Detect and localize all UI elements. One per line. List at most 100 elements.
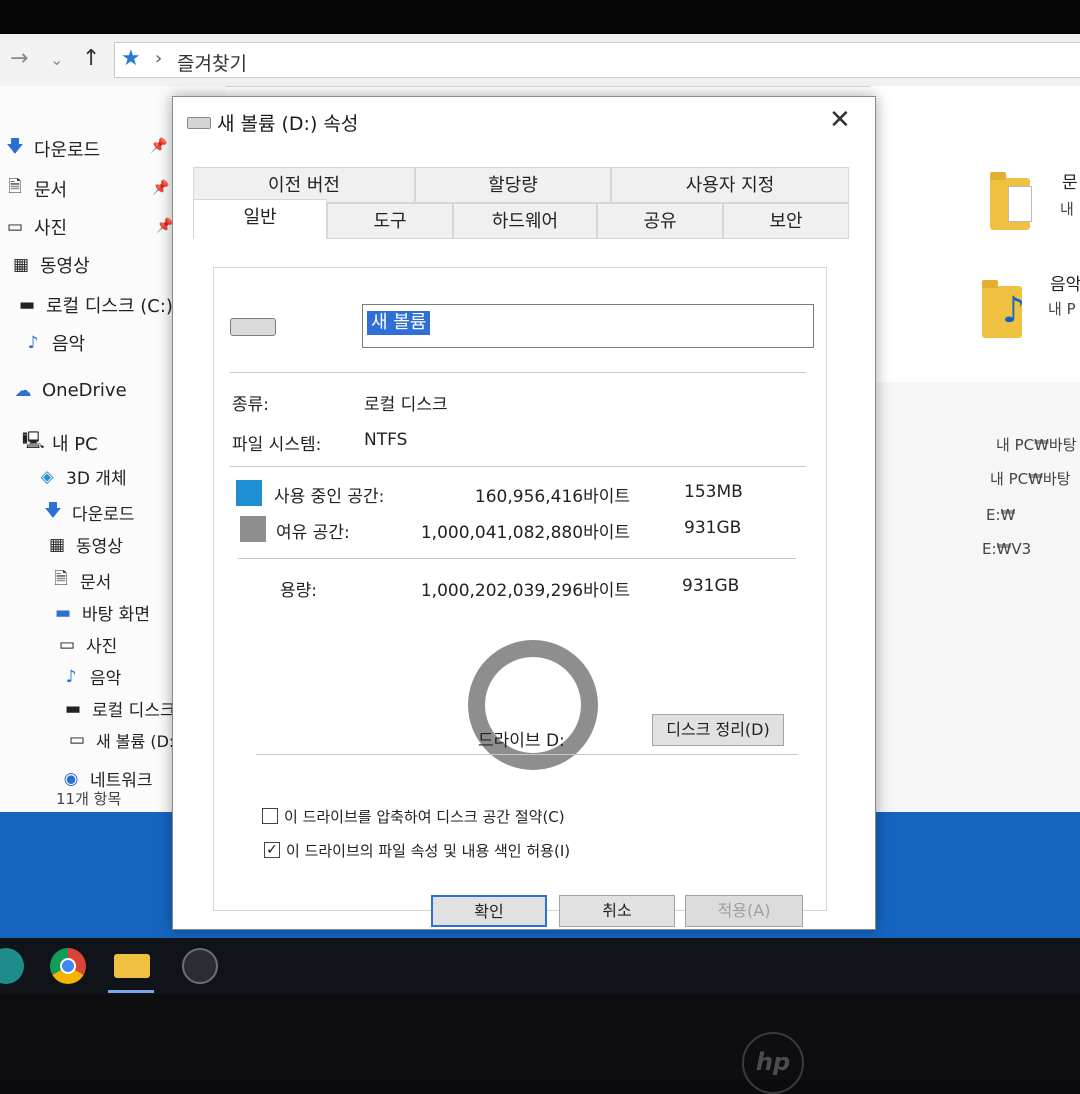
music-icon: ♪ [27, 333, 39, 353]
ok-button[interactable]: 확인 [431, 895, 547, 927]
tab-label: 일반 [243, 207, 277, 228]
chrome-icon[interactable] [50, 948, 86, 984]
nav-label: 음악 [90, 669, 122, 689]
nav-item-pictures[interactable]: ▭ 사진 [4, 214, 67, 240]
nav-label: 음악 [52, 334, 86, 355]
apply-button[interactable]: 적용(A) [685, 895, 803, 927]
nav-item-pc-documents[interactable]: 🗎 문서 [50, 566, 111, 595]
address-bar[interactable]: ★ › 즐겨찾기 [114, 42, 1080, 78]
nav-item-documents[interactable]: 🗎 문서 [4, 174, 67, 203]
desktop: → ⌄ ↑ ★ › 즐겨찾기 🡇 다운로드 📌 🗎 문서 📌 ▭ 사진 📌 ▦ 동영상 … [0, 34, 1080, 994]
cortana-icon[interactable] [0, 948, 24, 984]
3d-objects-icon: ◈ [40, 466, 54, 487]
pictures-icon: ▭ [58, 634, 76, 655]
compress-label: 이 드라이브를 압축하여 디스크 공간 절약(C) [284, 808, 565, 826]
nav-label: 로컬 디스크 (C:) [46, 296, 173, 317]
cloud-icon: ☁ [14, 380, 32, 401]
used-space-label: 사용 중인 공간: [274, 487, 385, 507]
recent-path: 내 PC₩바탕 [990, 470, 1071, 488]
free-space-bytes: 1,000,041,082,880바이트 [420, 523, 630, 543]
nav-item-pc-videos[interactable]: ▦ 동영상 [46, 532, 123, 558]
tab-customize[interactable]: 사용자 지정 [611, 167, 849, 203]
nav-item-downloads[interactable]: 🡇 다운로드 [4, 134, 100, 163]
tab-hardware[interactable]: 하드웨어 [453, 203, 597, 239]
nav-item-desktop[interactable]: ▬ 바탕 화면 [52, 600, 150, 626]
nav-label: 동영상 [40, 256, 90, 277]
local-disk-icon: ▬ [18, 295, 36, 315]
tab-label: 하드웨어 [491, 211, 559, 232]
dialog-title: 새 볼륨 (D:) 속성 [217, 113, 359, 135]
disk-cleanup-button[interactable]: 디스크 정리(D) [652, 714, 784, 746]
tab-security[interactable]: 보안 [723, 203, 849, 239]
nav-item-pc-downloads[interactable]: 🡇 다운로드 [42, 498, 134, 527]
network-icon: ◉ [63, 768, 79, 789]
free-space-label: 여유 공간: [276, 523, 350, 543]
cancel-button[interactable]: 취소 [559, 895, 675, 927]
nav-item-videos[interactable]: ▦ 동영상 [10, 252, 90, 278]
up-arrow-icon[interactable]: ↑ [82, 46, 100, 71]
drive-icon: ▭ [68, 730, 86, 750]
forward-arrow-icon[interactable]: → [10, 46, 28, 71]
nav-item-new-volume[interactable]: ▭ 새 볼륨 (D:) [66, 728, 181, 752]
tab-label: 이전 버전 [268, 175, 340, 196]
address-path: 즐겨찾기 [177, 53, 247, 75]
free-space-swatch [240, 516, 266, 542]
pin-icon: 📌 [152, 180, 170, 196]
tab-label: 도구 [373, 211, 407, 232]
content-item-sub: 내 P [1048, 300, 1076, 318]
nav-label: 새 볼륨 (D:) [96, 732, 181, 751]
download-icon: 🡇 [6, 137, 24, 157]
tab-general[interactable]: 일반 [193, 199, 327, 239]
close-icon[interactable]: ✕ [829, 105, 851, 135]
tab-sharing[interactable]: 공유 [597, 203, 723, 239]
download-icon: 🡇 [44, 501, 62, 521]
used-space-human: 153MB [684, 482, 743, 502]
app-icon[interactable] [182, 948, 218, 984]
nav-label: 내 PC [52, 433, 98, 455]
index-checkbox[interactable]: ✓ [264, 842, 280, 858]
nav-item-local-disk[interactable]: ▬ 로컬 디스크 (C:) [16, 292, 173, 318]
tab-tools[interactable]: 도구 [327, 203, 453, 239]
file-explorer-icon[interactable] [114, 954, 150, 978]
drive-icon [230, 318, 276, 336]
used-space-bytes: 160,956,416바이트 [474, 487, 630, 507]
tab-label: 공유 [643, 211, 677, 232]
nav-label: 사진 [34, 218, 68, 239]
nav-label: 문서 [34, 179, 68, 201]
hp-logo: hp [742, 1032, 804, 1094]
chevron-down-icon[interactable]: ⌄ [50, 50, 63, 69]
fs-value: NTFS [364, 430, 408, 450]
nav-label: 3D 개체 [66, 469, 127, 489]
nav-item-pc-pictures[interactable]: ▭ 사진 [56, 632, 117, 658]
capacity-human: 931GB [682, 576, 740, 596]
nav-item-3d-objects[interactable]: ◈ 3D 개체 [36, 464, 127, 490]
compress-checkbox[interactable] [262, 808, 278, 824]
recent-path: E:₩V3 [982, 540, 1032, 558]
nav-item-pc-music[interactable]: ♪ 음악 [60, 664, 122, 690]
capacity-bytes: 1,000,202,039,296바이트 [420, 581, 630, 601]
nav-item-music[interactable]: ♪ 음악 [22, 330, 86, 356]
nav-item-this-pc[interactable]: 🖳 내 PC [22, 428, 98, 457]
tab-label: 사용자 지정 [685, 175, 775, 196]
tab-quota[interactable]: 할당량 [415, 167, 611, 203]
divider [230, 372, 806, 373]
volume-name-input[interactable]: 새 볼륨 [362, 304, 814, 348]
nav-label: OneDrive [42, 380, 127, 401]
fs-label: 파일 시스템: [232, 435, 322, 455]
desktop-icon: ▬ [54, 602, 72, 623]
content-pane: 문 내 ♪ 음악 내 P 내 PC₩바탕 내 PC₩바탕 E:₩ E:₩V3 [870, 86, 1080, 812]
tab-previous-versions[interactable]: 이전 버전 [193, 167, 415, 203]
nav-label: 바탕 화면 [82, 605, 150, 625]
nav-item-onedrive[interactable]: ☁ OneDrive [12, 380, 127, 401]
index-label: 이 드라이브의 파일 속성 및 내용 색인 허용(I) [286, 842, 571, 860]
used-space-swatch [236, 480, 262, 506]
document-icon: 🗎 [54, 569, 68, 589]
status-item-count: 11개 항목 [56, 790, 122, 808]
general-tab-panel: 새 볼륨 종류: 로컬 디스크 파일 시스템: NTFS 사용 중인 공간: 1… [213, 267, 827, 911]
document-icon: 🗎 [8, 177, 22, 197]
nav-label: 다운로드 [34, 139, 101, 161]
music-folder-icon[interactable]: ♪ [982, 280, 1025, 338]
documents-folder-icon[interactable] [990, 172, 1032, 230]
nav-label: 동영상 [76, 537, 123, 557]
local-disk-icon: ▬ [64, 698, 82, 719]
